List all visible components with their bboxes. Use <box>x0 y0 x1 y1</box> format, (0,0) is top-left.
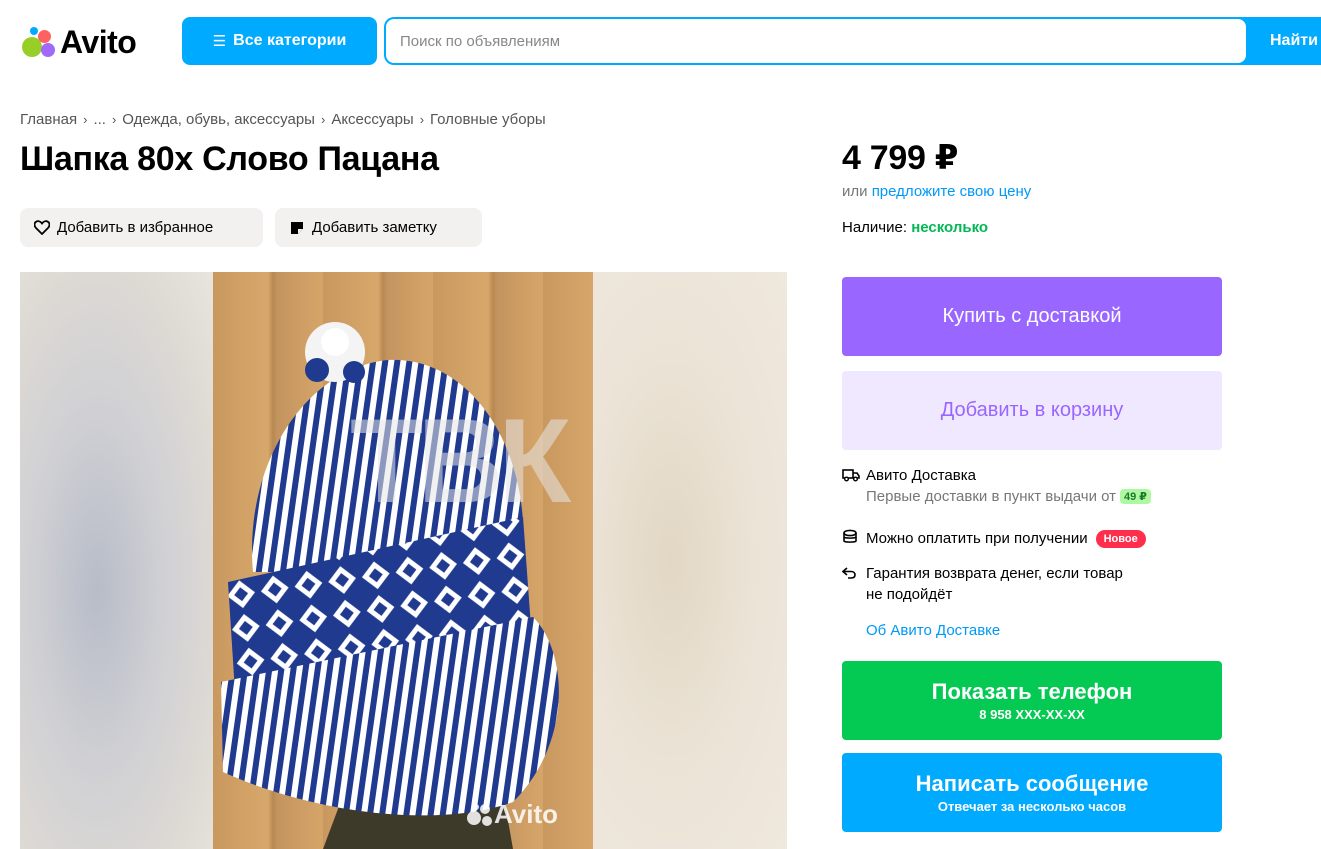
search-button[interactable]: Найти <box>1270 17 1318 65</box>
avito-dots-icon <box>467 803 492 826</box>
coins-icon <box>842 528 866 549</box>
breadcrumb-item-headwear[interactable]: Головные уборы <box>430 111 546 128</box>
breadcrumb-item-clothing[interactable]: Одежда, обувь, аксессуары <box>122 111 315 128</box>
add-note-label: Добавить заметку <box>312 219 437 236</box>
breadcrumb: Главная › ... › Одежда, обувь, аксессуар… <box>20 111 546 128</box>
all-categories-label: Все категории <box>233 32 347 49</box>
show-phone-button[interactable]: Показать телефон 8 958 XXX-XX-XX <box>842 661 1222 740</box>
add-to-cart-label: Добавить в корзину <box>940 399 1124 421</box>
return-arrow-icon <box>841 565 866 583</box>
header: Avito ☰ Все категории Найти <box>0 0 1321 90</box>
guarantee-line2: не подойдёт <box>866 586 953 603</box>
delivery-info: Авито Доставка Первые доставки в пункт в… <box>842 467 1151 505</box>
show-phone-label: Показать телефон <box>931 679 1133 704</box>
new-badge: Новое <box>1095 529 1146 548</box>
chevron-right-icon: › <box>83 112 88 127</box>
listing-title: Шапка 80х Слово Пацана <box>20 140 439 178</box>
search-bar: Найти <box>384 17 1321 65</box>
photo-logo-text: Avito <box>494 799 559 829</box>
offer-price-line: или предложите свою цену <box>842 183 1031 200</box>
avito-logo[interactable]: Avito <box>20 22 137 62</box>
add-to-favorites-label: Добавить в избранное <box>57 219 214 236</box>
photo-blur-right <box>593 272 787 849</box>
availability: Наличие: несколько <box>842 219 988 236</box>
offer-prefix: или <box>842 183 868 200</box>
photo-watermark: ТВК <box>350 394 571 528</box>
add-to-favorites-button[interactable]: Добавить в избранное <box>20 208 263 247</box>
knitted-hat-image <box>221 322 559 849</box>
breadcrumb-item-home[interactable]: Главная <box>20 111 77 128</box>
chevron-right-icon: › <box>419 112 425 127</box>
price: 4 799 ₽ <box>842 139 959 177</box>
guarantee-line1: Гарантия возврата денег, если товар <box>866 565 1123 582</box>
offer-price-link[interactable]: предложите свою цену <box>872 183 1032 200</box>
logo-text: Avito <box>60 23 137 60</box>
avito-logo-icon <box>20 25 58 59</box>
availability-label: Наличие: <box>842 219 908 236</box>
heart-icon <box>34 220 50 235</box>
chevron-right-icon: › <box>111 112 117 127</box>
photo-avito-logo: Avito <box>466 799 558 830</box>
about-avito-delivery-link[interactable]: Об Авито Доставке <box>866 622 1000 639</box>
all-categories-button[interactable]: ☰ Все категории <box>182 17 377 65</box>
photo-main-image <box>213 272 593 849</box>
phone-number-masked: 8 958 XXX-XX-XX <box>979 707 1085 722</box>
note-icon <box>291 222 303 234</box>
search-input[interactable] <box>386 19 1246 63</box>
listing-photo[interactable]: ТВК Avito <box>20 272 787 849</box>
money-back-guarantee-info: Гарантия возврата денег, если товар не п… <box>841 565 1123 603</box>
write-message-button[interactable]: Написать сообщение Отвечает за несколько… <box>842 753 1222 832</box>
add-note-button[interactable]: Добавить заметку <box>275 208 482 247</box>
delivery-price-tag: 49 ₽ <box>1120 489 1151 504</box>
pay-on-receipt-info: Можно оплатить при получении Новое <box>842 528 1146 549</box>
buy-with-delivery-button[interactable]: Купить с доставкой <box>842 277 1222 356</box>
write-message-label: Написать сообщение <box>915 771 1149 796</box>
chevron-right-icon: › <box>320 112 326 127</box>
availability-value: несколько <box>911 219 989 236</box>
add-to-cart-button[interactable]: Добавить в корзину <box>842 371 1222 450</box>
breadcrumb-item-accessories[interactable]: Аксессуары <box>331 111 413 128</box>
buy-with-delivery-label: Купить с доставкой <box>942 305 1122 327</box>
breadcrumb-item-more[interactable]: ... <box>93 111 106 128</box>
menu-search-icon: ☰ <box>212 33 227 50</box>
pay-on-receipt-text: Можно оплатить при получении <box>866 530 1088 547</box>
truck-icon <box>842 467 866 486</box>
response-time-text: Отвечает за несколько часов <box>937 799 1127 814</box>
delivery-title: Авито Доставка <box>866 467 976 484</box>
delivery-subtitle: Первые доставки в пункт выдачи от <box>866 488 1117 505</box>
photo-blur-left <box>20 272 213 849</box>
